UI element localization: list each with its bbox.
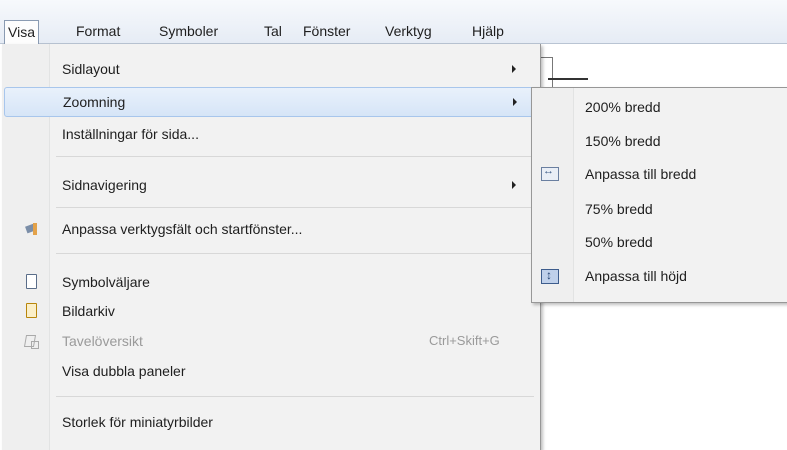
toolbar-customize-icon — [24, 222, 40, 236]
zoom-item-fit-height[interactable]: Anpassa till höjd — [532, 260, 787, 292]
menu-item-installningar-for-sida[interactable]: Inställningar för sida... — [4, 119, 536, 149]
menu-item-visa-dubbla-paneler[interactable]: Visa dubbla paneler — [4, 356, 536, 386]
menu-item-sidlayout[interactable]: Sidlayout — [4, 54, 536, 84]
fit-width-icon — [541, 165, 559, 181]
menu-item-tavelöversikt: Tavelöversikt Ctrl+Skift+G — [4, 326, 536, 356]
zoom-item-150[interactable]: 150% bredd — [532, 125, 787, 157]
menu-item-storlek-for-miniatyrbilder[interactable]: Storlek för miniatyrbilder — [4, 407, 536, 437]
submenu-item-label: 150% bredd — [585, 133, 661, 149]
menu-item-zoomning[interactable]: Zoomning — [4, 87, 538, 117]
menu-item-symbolvaljare[interactable]: Symbolväljare — [4, 267, 536, 297]
document-ruler-mark — [548, 78, 588, 86]
menu-item-shortcut: Ctrl+Skift+G — [429, 333, 500, 348]
submenu-item-label: 75% bredd — [585, 201, 653, 217]
visa-dropdown-menu: Sidlayout Zoomning Inställningar för sid… — [2, 44, 541, 450]
menu-item-label: Visa dubbla paneler — [62, 363, 186, 379]
menu-item-label: Storlek för miniatyrbilder — [62, 414, 213, 430]
menu-item-sidnavigering[interactable]: Sidnavigering — [4, 170, 536, 200]
board-overview-icon — [24, 334, 39, 349]
zoom-item-fit-width[interactable]: Anpassa till bredd — [532, 158, 787, 190]
zoom-item-75[interactable]: 75% bredd — [532, 193, 787, 225]
zoom-item-200[interactable]: 200% bredd — [532, 91, 787, 123]
menu-separator — [56, 253, 534, 254]
menu-visa[interactable]: Visa — [4, 20, 39, 45]
fit-height-icon — [541, 268, 559, 284]
menu-hjalp[interactable]: Hjälp — [468, 21, 508, 41]
submenu-arrow-icon — [512, 181, 516, 189]
zoom-item-50[interactable]: 50% bredd — [532, 226, 787, 258]
menu-tal[interactable]: Tal — [260, 21, 286, 41]
menu-item-label: Sidlayout — [62, 61, 120, 77]
submenu-arrow-icon — [512, 65, 516, 73]
menu-item-label: Inställningar för sida... — [62, 126, 199, 142]
document-gold-icon — [26, 303, 37, 318]
menu-item-label: Symbolväljare — [62, 274, 150, 290]
menu-item-label: Zoomning — [63, 94, 126, 110]
submenu-arrow-icon — [513, 98, 517, 106]
menu-item-label: Tavelöversikt — [62, 333, 143, 349]
menu-item-bildarkiv[interactable]: Bildarkiv — [4, 296, 536, 326]
menu-format[interactable]: Format — [72, 21, 124, 41]
menu-item-anpassa-verktygsfalt[interactable]: Anpassa verktygsfält och startfönster... — [4, 214, 536, 244]
menu-separator — [56, 207, 534, 208]
submenu-item-label: Anpassa till bredd — [585, 166, 697, 182]
menu-symboler[interactable]: Symboler — [155, 21, 222, 41]
menu-bar: Visa Format Symboler Tal Fönster Verktyg… — [0, 0, 787, 45]
menu-item-label: Bildarkiv — [62, 303, 115, 319]
menu-separator — [56, 156, 534, 157]
document-icon — [26, 274, 37, 289]
submenu-item-label: Anpassa till höjd — [585, 268, 687, 284]
submenu-item-label: 200% bredd — [585, 99, 661, 115]
menu-item-label: Sidnavigering — [62, 177, 147, 193]
menu-verktyg[interactable]: Verktyg — [381, 21, 436, 41]
zoom-submenu: 200% bredd 150% bredd Anpassa till bredd… — [531, 87, 787, 303]
menu-item-label: Anpassa verktygsfält och startfönster... — [62, 221, 303, 237]
menu-separator — [56, 396, 534, 397]
submenu-item-label: 50% bredd — [585, 234, 653, 250]
menu-fonster[interactable]: Fönster — [299, 21, 354, 41]
